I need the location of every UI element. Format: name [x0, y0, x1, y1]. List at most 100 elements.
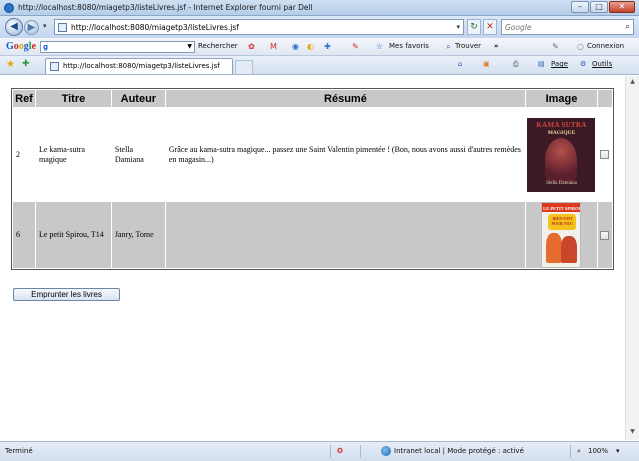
page-menu[interactable]: Page: [551, 60, 568, 68]
books-table: Ref Titre Auteur Résumé Image 2 Le kama-…: [11, 88, 614, 270]
address-bar[interactable]: http://localhost:8080/miagetp3/listeLivr…: [54, 19, 464, 35]
cell-auteur: Janry, Tome: [111, 202, 165, 268]
cell-ref: 2: [13, 108, 35, 201]
cover-character: [546, 233, 563, 263]
navigation-bar: ◀ ▶ ▾ http://localhost:8080/miagetp3/lis…: [0, 16, 639, 38]
vertical-scrollbar[interactable]: ▲ ▼: [625, 76, 639, 440]
trouver-button[interactable]: Trouver: [455, 42, 481, 50]
header-ref: Ref: [13, 90, 35, 107]
header-image: Image: [526, 90, 597, 107]
book-cover-image: LE PETIT SPIROU BIEN FAIT POUR TOI !: [541, 202, 582, 268]
cover-title: LE PETIT SPIROU: [543, 206, 582, 211]
cell-image: LE PETIT SPIROU BIEN FAIT POUR TOI !: [526, 202, 597, 268]
connexion-button[interactable]: Connexion: [587, 42, 624, 50]
gmail-icon[interactable]: M: [268, 41, 279, 52]
status-bar: Terminé ✪ Intranet local | Mode protégé …: [0, 441, 639, 461]
select-book-checkbox[interactable]: [600, 150, 610, 160]
tools-gear-icon: ⚙: [580, 60, 587, 68]
status-text: Terminé: [5, 447, 33, 455]
print-icon[interactable]: ⎙: [513, 60, 519, 69]
add-favorite-icon[interactable]: ✚: [22, 59, 30, 69]
cell-titre: Le kama-sutra magique: [35, 108, 111, 201]
translate-icon[interactable]: ◐: [305, 41, 316, 52]
cover-character: [561, 236, 578, 263]
header-resume: Résumé: [165, 90, 525, 107]
tab-listelivres[interactable]: http://localhost:8080/miagetp3/listeLivr…: [45, 58, 233, 74]
table-header-row: Ref Titre Auteur Résumé Image: [13, 90, 612, 107]
refresh-button[interactable]: ↻: [467, 19, 481, 35]
history-dropdown-icon[interactable]: ▾: [43, 22, 47, 30]
popup-blocker-icon[interactable]: ✿: [246, 41, 257, 52]
pagerank-icon[interactable]: ✎: [350, 41, 361, 52]
minimize-button[interactable]: –: [571, 1, 589, 13]
cell-resume: Grâce au kama-sutra magique... passez un…: [165, 108, 525, 201]
forward-button[interactable]: ▶: [24, 20, 39, 35]
more-tools-button[interactable]: »: [494, 42, 499, 50]
maximize-button[interactable]: □: [590, 1, 608, 13]
stop-button[interactable]: ✕: [483, 19, 497, 35]
cover-subtitle: BIEN FAIT POUR TOI !: [551, 216, 574, 226]
find-icon[interactable]: ⌕: [443, 41, 454, 52]
google-rechercher-button[interactable]: Rechercher: [198, 42, 238, 50]
home-icon[interactable]: ⌂: [458, 60, 462, 68]
status-separator: [570, 445, 571, 458]
cell-auteur: Stella Damiana: [111, 108, 165, 201]
status-separator: [330, 445, 331, 458]
tools-menu[interactable]: Outils: [592, 60, 612, 68]
google-search-prefix: g: [43, 43, 49, 51]
select-book-checkbox[interactable]: [600, 230, 610, 240]
page-icon: ▤: [538, 60, 545, 68]
feeds-icon[interactable]: ▣: [483, 60, 490, 68]
close-button[interactable]: ✕: [609, 1, 635, 13]
favorites-center-icon[interactable]: ★: [6, 59, 15, 70]
tab-favicon-icon: [50, 62, 59, 71]
status-separator: [360, 445, 361, 458]
address-url[interactable]: http://localhost:8080/miagetp3/listeLivr…: [71, 23, 239, 32]
page-favicon-icon: [58, 23, 67, 32]
window-title: http://localhost:8080/miagetp3/listeLivr…: [18, 3, 313, 12]
emprunter-button[interactable]: Emprunter les livres: [13, 288, 120, 301]
window-titlebar: http://localhost:8080/miagetp3/listeLivr…: [0, 0, 639, 16]
share-icon[interactable]: ◉: [290, 41, 301, 52]
intranet-zone-icon: [381, 446, 391, 456]
table-row: 2 Le kama-sutra magique Stella Damiana G…: [13, 108, 612, 201]
table-row: 6 Le petit Spirou, T14 Janry, Tome LE PE…: [13, 202, 612, 268]
cover-author: Stella Damiana: [546, 180, 577, 186]
cell-titre: Le petit Spirou, T14: [35, 202, 111, 268]
google-search-dropdown-icon[interactable]: ▼: [187, 43, 192, 50]
cover-illustration: [545, 137, 578, 182]
favorites-star-icon[interactable]: ☆: [374, 41, 385, 52]
scroll-up-icon[interactable]: ▲: [628, 78, 637, 88]
zoom-level[interactable]: 100%: [588, 447, 608, 455]
header-titre: Titre: [35, 90, 111, 107]
sidewiki-icon[interactable]: ✚: [322, 41, 333, 52]
search-icon[interactable]: ⌕: [625, 22, 630, 32]
page-viewport: Ref Titre Auteur Résumé Image 2 Le kama-…: [0, 76, 625, 440]
search-input[interactable]: [505, 22, 617, 33]
google-logo: Google: [6, 41, 37, 52]
zoom-dropdown-icon[interactable]: ▾: [616, 447, 620, 455]
header-auteur: Auteur: [111, 90, 165, 107]
cell-image: KAMA SUTRA MAGIQUE Stella Damiana: [526, 108, 597, 201]
zone-status[interactable]: Intranet local | Mode protégé : activé: [394, 447, 524, 455]
scroll-down-icon[interactable]: ▼: [628, 428, 637, 438]
account-icon: ○: [577, 42, 584, 51]
settings-wrench-icon[interactable]: ✎: [550, 41, 561, 52]
cover-subtitle: MAGIQUE: [547, 129, 576, 136]
back-button[interactable]: ◀: [5, 18, 23, 36]
zoom-icon: ⌕: [577, 447, 581, 455]
book-cover-image: KAMA SUTRA MAGIQUE Stella Damiana: [527, 117, 596, 192]
tab-label: http://localhost:8080/miagetp3/listeLivr…: [63, 62, 220, 70]
mes-favoris-button[interactable]: Mes favoris: [389, 42, 429, 50]
cell-select: [597, 108, 612, 201]
header-select: [597, 90, 612, 107]
cell-select: [597, 202, 612, 268]
window-controls: – □ ✕: [571, 1, 635, 13]
address-dropdown-icon[interactable]: ▾: [456, 23, 460, 31]
new-tab-button[interactable]: [235, 60, 253, 74]
security-icon: ✪: [337, 447, 343, 455]
search-box[interactable]: ⌕: [501, 19, 634, 35]
google-search-input[interactable]: g ▼: [40, 41, 195, 53]
tab-bar: ★ ✚ http://localhost:8080/miagetp3/liste…: [0, 56, 639, 75]
google-toolbar: Google g ▼ Rechercher ✿ M ◉ ◐ ✚ ✎ ☆ Mes …: [0, 38, 639, 56]
